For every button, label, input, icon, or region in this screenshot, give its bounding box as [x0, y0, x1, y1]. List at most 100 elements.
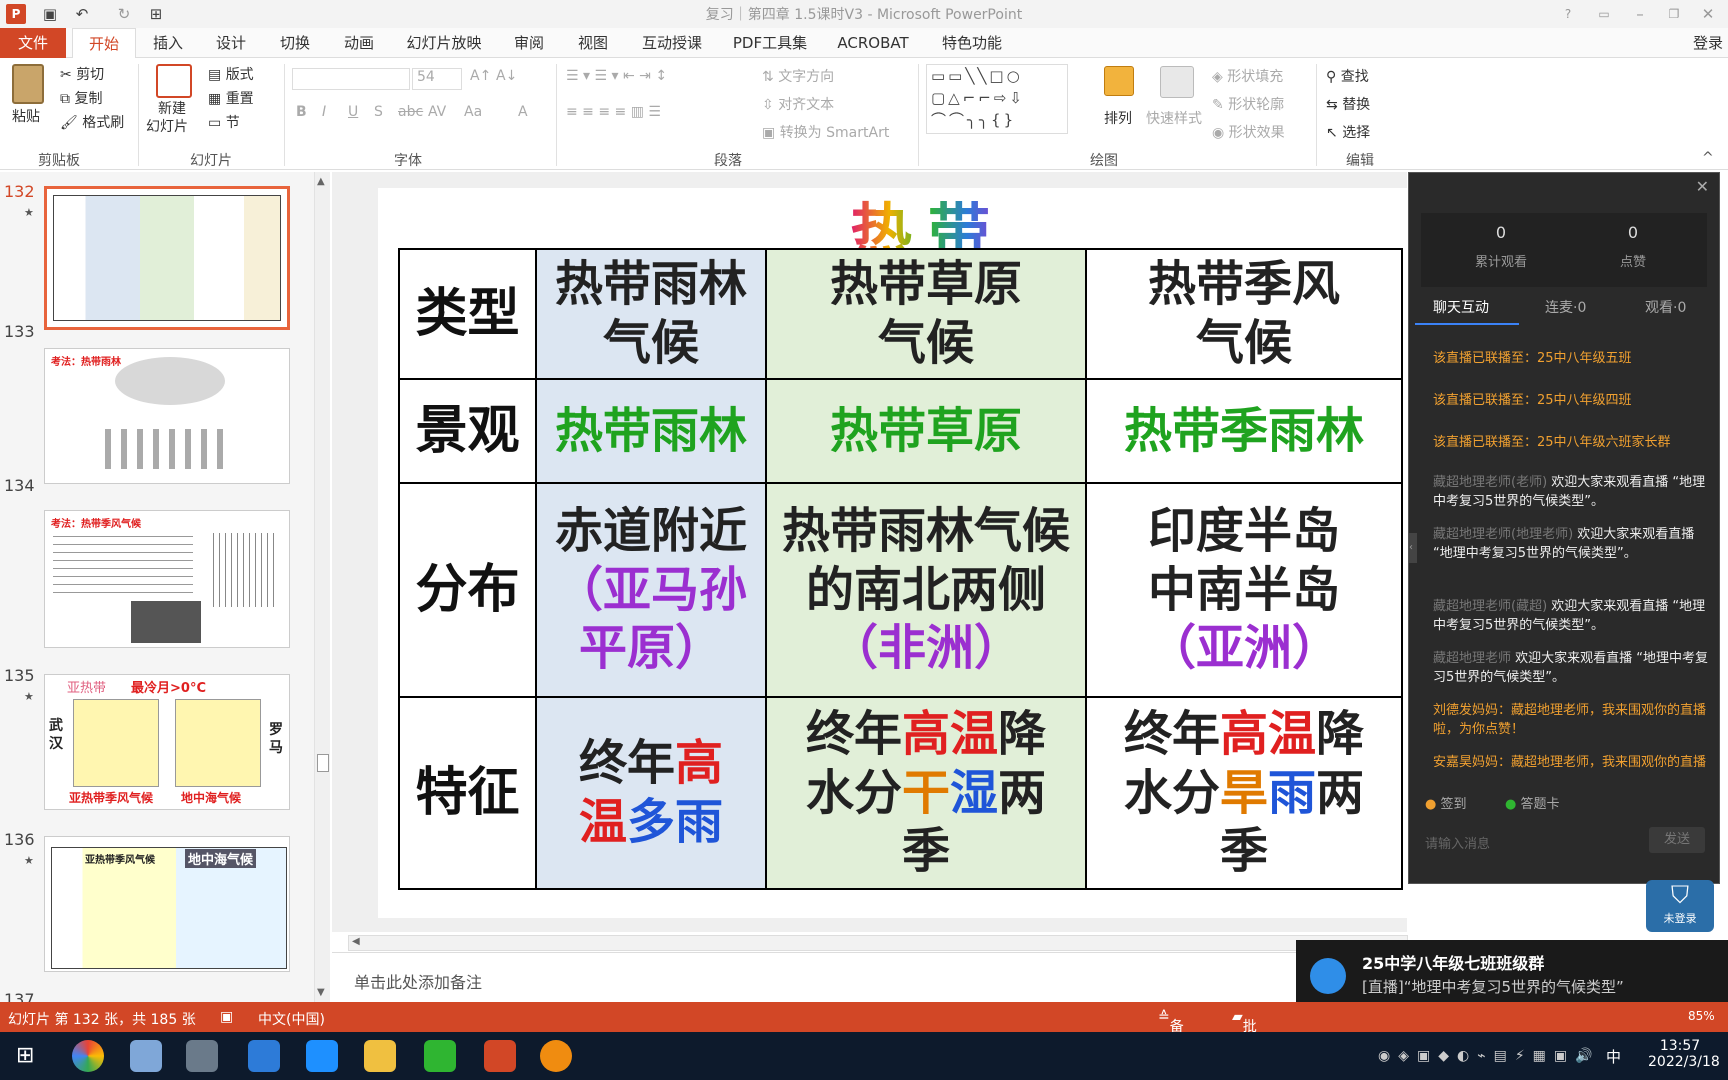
find-button[interactable]: ⚲ 查找 [1326, 66, 1369, 86]
thumbnail-135[interactable]: 亚热带 最冷月>0°C 武汉 罗马 亚热带季风气候 地中海气候 [44, 674, 290, 810]
tab-transitions[interactable]: 切换 [264, 28, 326, 58]
login-link[interactable]: 登录 [1690, 28, 1726, 58]
tab-design[interactable]: 设计 [202, 28, 260, 58]
spellcheck-icon[interactable]: ▣ [220, 1009, 233, 1025]
thumbnail-133[interactable]: 考法：热带雨林 [44, 348, 290, 484]
send-button[interactable]: 发送 [1649, 827, 1705, 853]
scroll-up-icon[interactable]: ▲ [317, 176, 325, 187]
file-explorer-icon[interactable] [364, 1040, 396, 1072]
tab-features[interactable]: 特色功能 [930, 28, 1014, 58]
wechat-icon[interactable] [424, 1040, 456, 1072]
select-button[interactable]: ↖ 选择 [1326, 122, 1370, 142]
tab-view[interactable]: 视图 [562, 28, 624, 58]
cut-button[interactable]: ✂ 剪切 [60, 64, 104, 84]
align-icons[interactable]: ≡ ≡ ≡ ≡ ▥ ☰ [566, 104, 661, 120]
tab-review[interactable]: 审阅 [500, 28, 558, 58]
dingtalk-icon[interactable] [306, 1040, 338, 1072]
bold-button[interactable]: B [296, 104, 307, 120]
nologin-widget[interactable]: ⛉ 未登录 [1646, 880, 1714, 932]
section-button[interactable]: ▭ 节 [208, 112, 240, 132]
tab-animations[interactable]: 动画 [330, 28, 388, 58]
replace-button[interactable]: ⇆ 替换 [1326, 94, 1370, 114]
shape-effect-button[interactable]: ◉ 形状效果 [1212, 122, 1285, 142]
powerpoint-icon[interactable] [484, 1040, 516, 1072]
shapes-gallery[interactable]: ▭▭╲╲□○ ▢△⌐⌐⇨⇩ ⌒⌒╮╮{} [926, 64, 1068, 134]
bullets-icon[interactable]: ☰ ▾ ☰ ▾ ⇤ ⇥ ↕ [566, 68, 667, 84]
font-color-button[interactable]: A [518, 104, 528, 120]
comments-toggle[interactable]: ▰ 批注 [1232, 1009, 1257, 1055]
underline-button[interactable]: U [348, 104, 358, 120]
close-window-icon[interactable]: ✕ [1696, 3, 1720, 25]
tab-mic[interactable]: 连麦·0 [1545, 297, 1586, 317]
collapse-ribbon-icon[interactable]: ^ [1702, 150, 1714, 166]
chat-input[interactable]: 请输入消息 [1425, 833, 1625, 852]
thumbnail-scrollbar[interactable]: ▲ ▼ [314, 172, 330, 1002]
meeting-icon[interactable] [248, 1040, 280, 1072]
new-slide-icon[interactable] [156, 64, 192, 98]
ribbon-options-icon[interactable]: ▭ [1592, 3, 1616, 25]
tab-pdf-tools[interactable]: PDF工具集 [722, 28, 818, 58]
format-painter-button[interactable]: 🖌 格式刷 [60, 112, 124, 132]
answer-card-button[interactable]: ● 答题卡 [1505, 793, 1560, 812]
thumbnail-132[interactable] [44, 186, 290, 330]
change-case-button[interactable]: Aa [464, 104, 482, 120]
tab-chat[interactable]: 聊天互动 [1433, 297, 1489, 317]
collapse-panel-icon[interactable]: ‹ [1409, 533, 1417, 563]
horizontal-scrollbar[interactable]: ◀ [348, 935, 1408, 951]
shape-outline-button[interactable]: ✎ 形状轮廓 [1212, 94, 1284, 114]
clock[interactable]: 13:57 2022/3/18 [1648, 1038, 1720, 1070]
tray-icons[interactable]: ◉◈▣◆◐⌁▤⚡▦▣🔊 [1378, 1048, 1601, 1064]
minimize-icon[interactable]: – [1628, 3, 1652, 25]
text-direction-button[interactable]: ⇅ 文字方向 [762, 66, 834, 86]
quick-styles-button[interactable]: 快速样式 [1146, 108, 1202, 128]
layout-button[interactable]: ▤ 版式 [208, 64, 254, 84]
zoom-level[interactable]: 85% [1688, 1009, 1715, 1023]
scroll-left-icon[interactable]: ◀ [352, 936, 360, 947]
binoculars-icon: ⚲ [1326, 69, 1341, 85]
font-name-input[interactable] [292, 68, 410, 90]
copy-button[interactable]: ⧉ 复制 [60, 88, 102, 108]
paste-button[interactable]: 粘贴 [12, 106, 40, 126]
scroll-thumb[interactable] [317, 754, 329, 772]
smartart-button[interactable]: ▣ 转换为 SmartArt [762, 122, 889, 142]
tool-icon[interactable] [186, 1040, 218, 1072]
tab-file[interactable]: 文件 [0, 28, 66, 58]
ime-indicator[interactable]: 中 [1606, 1046, 1621, 1067]
reset-button[interactable]: ▦ 重置 [208, 88, 254, 108]
thumbnail-136[interactable]: 亚热带季风气候 地中海气候 [44, 836, 290, 972]
shape-fill-button[interactable]: ◈ 形状填充 [1212, 66, 1283, 86]
arrange-icon[interactable] [1104, 66, 1134, 96]
tab-viewers[interactable]: 观看·0 [1645, 297, 1686, 317]
shadow-button[interactable]: S [374, 104, 383, 120]
quick-styles-icon[interactable] [1160, 66, 1194, 98]
rome-chart-thumb [175, 699, 261, 787]
new-slide-button[interactable]: 新建 [158, 98, 186, 118]
signin-button[interactable]: ● 签到 [1425, 793, 1467, 812]
tab-insert[interactable]: 插入 [140, 28, 196, 58]
tab-home[interactable]: 开始 [72, 28, 136, 58]
tab-acrobat[interactable]: ACROBAT [830, 28, 916, 58]
notes-pane[interactable]: 单击此处添加备注 [332, 952, 1408, 1002]
arrange-button[interactable]: 排列 [1104, 108, 1132, 128]
panel-close-icon[interactable]: ✕ [1696, 177, 1709, 196]
align-text-button[interactable]: ⇳ 对齐文本 [762, 94, 834, 114]
help-icon[interactable]: ? [1556, 3, 1580, 25]
restore-icon[interactable]: ❐ [1662, 3, 1686, 25]
notepad-icon[interactable] [130, 1040, 162, 1072]
start-icon[interactable]: ⊞ [16, 1044, 34, 1068]
shrink-font-icon[interactable]: A↓ [496, 68, 517, 84]
grow-font-icon[interactable]: A↑ [470, 68, 491, 84]
strikethrough-button[interactable]: abc [398, 104, 423, 120]
font-size-input[interactable]: 54 [412, 68, 462, 90]
notes-toggle[interactable]: ≙ 备注 [1158, 1009, 1184, 1055]
thumbnail-134[interactable]: 考法：热带季风气候 [44, 510, 290, 648]
thumb-136-col1: 亚热带季风气候 [85, 855, 155, 866]
tab-interactive[interactable]: 互动授课 [632, 28, 712, 58]
char-spacing-button[interactable]: AV [428, 104, 446, 120]
tab-slideshow[interactable]: 幻灯片放映 [398, 28, 490, 58]
paste-icon[interactable] [12, 64, 44, 104]
scroll-down-icon[interactable]: ▼ [317, 987, 325, 998]
chrome-icon[interactable] [72, 1040, 104, 1072]
live-app-icon[interactable] [540, 1040, 572, 1072]
italic-button[interactable]: I [322, 104, 326, 120]
